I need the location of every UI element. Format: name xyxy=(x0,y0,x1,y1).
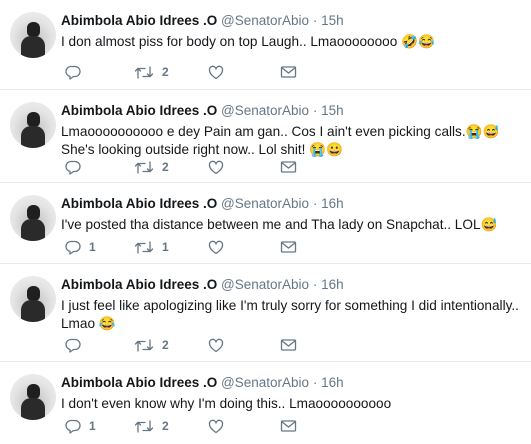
timestamp[interactable]: 16h xyxy=(321,277,344,292)
separator-dot: · xyxy=(312,13,318,28)
tweet-content: Abimbola Abio Idrees .O @SenatorAbio · 1… xyxy=(61,276,523,333)
tweet-header: Abimbola Abio Idrees .O @SenatorAbio · 1… xyxy=(61,276,523,294)
tweet-actions: 1 2 xyxy=(65,417,305,435)
retweet-icon xyxy=(134,419,154,434)
user-handle[interactable]: @SenatorAbio xyxy=(221,103,309,118)
tweet-actions: 2 xyxy=(65,63,305,81)
reply-icon xyxy=(65,160,81,175)
retweet-button[interactable]: 2 xyxy=(134,158,169,176)
like-button[interactable] xyxy=(208,417,232,435)
display-name[interactable]: Abimbola Abio Idrees .O xyxy=(61,103,217,118)
envelope-icon xyxy=(280,419,297,433)
reply-icon xyxy=(65,65,81,80)
like-button[interactable] xyxy=(208,336,232,354)
user-handle[interactable]: @SenatorAbio xyxy=(221,13,309,28)
heart-icon xyxy=(208,419,224,434)
tweet-content: Abimbola Abio Idrees .O @SenatorAbio · 1… xyxy=(61,374,523,413)
retweet-count: 2 xyxy=(162,419,169,433)
reply-button[interactable] xyxy=(65,63,89,81)
separator-dot: · xyxy=(312,375,318,390)
tweet-text: I just feel like apologizing like I'm tr… xyxy=(61,298,519,331)
direct-message-button[interactable] xyxy=(280,158,297,176)
avatar[interactable] xyxy=(10,12,56,58)
retweet-icon xyxy=(134,338,154,353)
like-button[interactable] xyxy=(208,158,232,176)
display-name[interactable]: Abimbola Abio Idrees .O xyxy=(61,196,217,211)
tweet-header: Abimbola Abio Idrees .O @SenatorAbio · 1… xyxy=(61,195,523,213)
envelope-icon xyxy=(280,160,297,174)
direct-message-button[interactable] xyxy=(280,336,297,354)
tweet-content: Abimbola Abio Idrees .O @SenatorAbio · 1… xyxy=(61,195,523,234)
avatar[interactable] xyxy=(10,374,56,420)
retweet-icon xyxy=(134,65,154,80)
reply-button[interactable]: 1 xyxy=(65,417,96,435)
retweet-count: 2 xyxy=(162,160,169,174)
tweet-content: Abimbola Abio Idrees .O @SenatorAbio · 1… xyxy=(61,12,523,51)
direct-message-button[interactable] xyxy=(280,417,297,435)
reply-count: 1 xyxy=(89,240,96,254)
timestamp[interactable]: 16h xyxy=(321,196,344,211)
tweet-text: Lmaoooooooooo e dey Pain am gan.. Cos I … xyxy=(61,124,500,157)
tweet[interactable]: Abimbola Abio Idrees .O @SenatorAbio · 1… xyxy=(0,183,531,264)
retweet-button[interactable]: 2 xyxy=(134,336,169,354)
tweet-text: I've posted tha distance between me and … xyxy=(61,217,498,232)
tweet[interactable]: Abimbola Abio Idrees .O @SenatorAbio · 1… xyxy=(0,90,531,183)
tweet-header: Abimbola Abio Idrees .O @SenatorAbio · 1… xyxy=(61,102,523,120)
timestamp[interactable]: 16h xyxy=(321,375,344,390)
reply-count: 1 xyxy=(89,419,96,433)
user-handle[interactable]: @SenatorAbio xyxy=(221,375,309,390)
display-name[interactable]: Abimbola Abio Idrees .O xyxy=(61,13,217,28)
heart-icon xyxy=(208,240,224,255)
reply-button[interactable] xyxy=(65,336,89,354)
direct-message-button[interactable] xyxy=(280,63,297,81)
tweet-text: I don't even know why I'm doing this.. L… xyxy=(61,396,392,411)
retweet-count: 2 xyxy=(162,338,169,352)
tweet-actions: 1 1 xyxy=(65,238,305,256)
user-handle[interactable]: @SenatorAbio xyxy=(221,196,309,211)
retweet-icon xyxy=(134,240,154,255)
tweet-actions: 2 xyxy=(65,158,305,176)
avatar[interactable] xyxy=(10,276,56,322)
tweet-header: Abimbola Abio Idrees .O @SenatorAbio · 1… xyxy=(61,12,523,30)
tweet-content: Abimbola Abio Idrees .O @SenatorAbio · 1… xyxy=(61,102,523,159)
user-handle[interactable]: @SenatorAbio xyxy=(221,277,309,292)
separator-dot: · xyxy=(312,103,318,118)
timestamp[interactable]: 15h xyxy=(321,13,344,28)
like-button[interactable] xyxy=(208,63,232,81)
avatar[interactable] xyxy=(10,195,56,241)
separator-dot: · xyxy=(312,277,318,292)
envelope-icon xyxy=(280,65,297,79)
retweet-button[interactable]: 2 xyxy=(134,417,169,435)
reply-button[interactable]: 1 xyxy=(65,238,96,256)
tweet-actions: 2 xyxy=(65,336,305,354)
reply-button[interactable] xyxy=(65,158,89,176)
tweet-text: I don almost piss for body on top Laugh.… xyxy=(61,34,435,49)
retweet-icon xyxy=(134,160,154,175)
reply-icon xyxy=(65,240,81,255)
heart-icon xyxy=(208,338,224,353)
retweet-button[interactable]: 2 xyxy=(134,63,169,81)
avatar[interactable] xyxy=(10,102,56,148)
reply-icon xyxy=(65,338,81,353)
like-button[interactable] xyxy=(208,238,232,256)
tweet[interactable]: Abimbola Abio Idrees .O @SenatorAbio · 1… xyxy=(0,264,531,362)
retweet-count: 1 xyxy=(162,240,169,254)
timestamp[interactable]: 15h xyxy=(321,103,344,118)
tweet-header: Abimbola Abio Idrees .O @SenatorAbio · 1… xyxy=(61,374,523,392)
display-name[interactable]: Abimbola Abio Idrees .O xyxy=(61,375,217,390)
display-name[interactable]: Abimbola Abio Idrees .O xyxy=(61,277,217,292)
separator-dot: · xyxy=(312,196,318,211)
retweet-button[interactable]: 1 xyxy=(134,238,169,256)
envelope-icon xyxy=(280,338,297,352)
direct-message-button[interactable] xyxy=(280,238,297,256)
heart-icon xyxy=(208,65,224,80)
tweet[interactable]: Abimbola Abio Idrees .O @SenatorAbio · 1… xyxy=(0,0,531,90)
envelope-icon xyxy=(280,240,297,254)
heart-icon xyxy=(208,160,224,175)
retweet-count: 2 xyxy=(162,65,169,79)
reply-icon xyxy=(65,419,81,434)
tweet[interactable]: Abimbola Abio Idrees .O @SenatorAbio · 1… xyxy=(0,362,531,444)
timeline: Abimbola Abio Idrees .O @SenatorAbio · 1… xyxy=(0,0,531,444)
